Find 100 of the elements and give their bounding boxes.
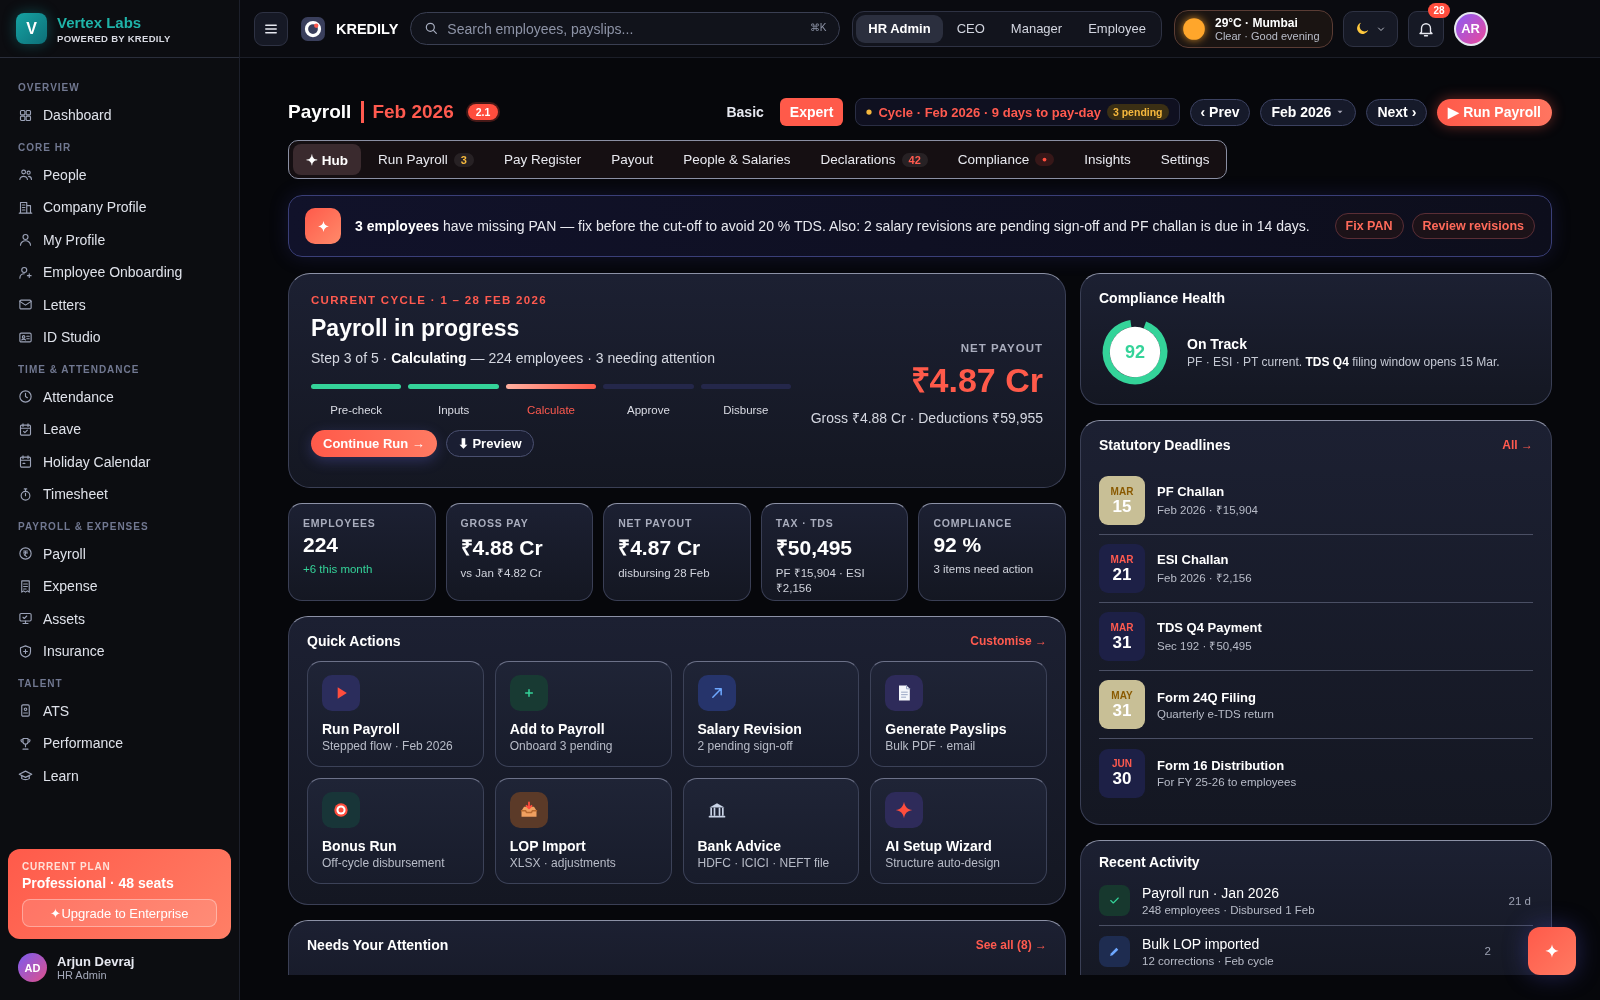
plus-icon <box>509 675 548 711</box>
sparkle-icon <box>885 792 924 828</box>
action-title: Add to Payroll <box>509 721 605 737</box>
stat-label: GROSS PAY <box>460 517 530 529</box>
panel-title: Needs Your Attention <box>307 937 449 953</box>
nav-item[interactable]: ID Studio <box>10 321 229 354</box>
hero-title: Payroll in progress <box>311 315 521 342</box>
nav-item[interactable]: Holiday Calendar <box>10 445 229 478</box>
tab[interactable]: Compliance <box>944 144 1068 175</box>
tab[interactable]: ✦ Hub <box>293 144 361 175</box>
action-button[interactable]: Review revisions <box>1411 213 1535 239</box>
nav-item[interactable]: People <box>10 158 229 191</box>
action-card[interactable]: Add to Payroll Onboard 3 pending <box>494 661 672 767</box>
date-day: 21 <box>1112 565 1132 583</box>
action-card[interactable]: AI Setup Wizard Structure auto-design <box>870 778 1047 884</box>
nav-item[interactable]: My Profile <box>10 223 229 256</box>
assistant-button[interactable] <box>1528 927 1576 975</box>
nav-item[interactable]: Payroll <box>10 537 229 570</box>
nav-item[interactable]: Employee Onboarding <box>10 256 229 289</box>
activity-subtitle: 12 corrections · Feb cycle <box>1142 954 1275 967</box>
action-subtitle: Onboard 3 pending <box>509 739 613 753</box>
month-dropdown[interactable]: Feb 2026 <box>1260 98 1357 126</box>
role-tab[interactable]: Manager <box>998 14 1075 43</box>
sparkle-icon <box>1544 943 1560 959</box>
people-icon <box>18 167 33 183</box>
deadline-title: PF Challan <box>1157 484 1226 499</box>
tab[interactable]: Insights <box>1071 144 1144 175</box>
panel-title: Quick Actions <box>307 633 401 649</box>
action-card[interactable]: LOP Import XLSX · adjustments <box>494 778 672 884</box>
see-all-link[interactable]: See all (8) → <box>975 938 1047 952</box>
activity-time: 21 d <box>1508 894 1531 907</box>
rupee-icon <box>18 546 33 562</box>
tab[interactable]: Run Payroll 3 <box>365 144 487 175</box>
activity-title: Bulk LOP imported <box>1142 935 1261 952</box>
tab[interactable]: Settings <box>1147 144 1223 175</box>
nav-item[interactable]: Expense <box>10 570 229 603</box>
arrow-icon <box>697 675 736 711</box>
nav-item[interactable]: Leave <box>10 413 229 446</box>
step-label: Approve <box>627 404 670 416</box>
deadline-subtitle: Quarterly e-TDS return <box>1157 707 1274 720</box>
tab[interactable]: Declarations 42 <box>807 144 941 175</box>
stat-note: disbursing 28 Feb <box>618 566 711 581</box>
receipt-icon <box>18 578 33 594</box>
count-badge: 3 <box>453 152 474 167</box>
date-day: 31 <box>1112 701 1132 719</box>
nav-item[interactable]: ATS <box>10 694 229 727</box>
nav-item[interactable]: Company Profile <box>10 191 229 224</box>
action-card[interactable]: Run Payroll Stepped flow · Feb 2026 <box>307 661 484 767</box>
nav-item[interactable]: Learn <box>10 759 229 792</box>
building-icon <box>18 199 33 215</box>
alert-message: 3 employees have missing PAN — fix before the cut-off to avoid 20 % TDS. Also: 2 salary revisions are pending sign-off and PF challan is due in 14 days. <box>355 218 1311 234</box>
nav-item[interactable]: Insurance <box>10 635 229 668</box>
role-tab[interactable]: HR Admin <box>856 14 943 43</box>
user-avatar: AD <box>18 953 47 982</box>
preview-button[interactable]: ⬇ Preview <box>445 430 534 457</box>
previous-button[interactable]: ‹ Prev <box>1189 98 1251 126</box>
nav-item[interactable]: Assets <box>10 602 229 635</box>
cycle-eyebrow: CURRENT CYCLE · 1 – 28 FEB 2026 <box>311 294 548 306</box>
tab[interactable]: Payout <box>598 144 667 175</box>
period-label: Feb 2026 <box>361 101 454 123</box>
user-name: Arjun Devraj <box>57 954 135 969</box>
stat-note: vs Jan ₹4.82 Cr <box>460 566 543 581</box>
role-tab[interactable]: Employee <box>1076 14 1158 43</box>
deadline-subtitle: Feb 2026 · ₹2,156 <box>1157 571 1252 585</box>
deadline-title: TDS Q4 Payment <box>1157 620 1262 635</box>
notification-badge: 28 <box>1428 2 1450 18</box>
action-card[interactable]: Salary Revision 2 pending sign-off <box>682 661 860 767</box>
tab[interactable]: Pay Register <box>490 144 595 175</box>
company-name: Vertex Labs <box>57 13 143 31</box>
next-button[interactable]: Next › <box>1366 98 1428 126</box>
deadline-subtitle: For FY 25-26 to employees <box>1157 776 1297 788</box>
step-label: Disburse <box>723 404 769 416</box>
theme-toggle[interactable] <box>1342 10 1398 47</box>
customise-link[interactable]: Customise → <box>970 634 1047 648</box>
user-avatar[interactable]: AR <box>1453 11 1488 46</box>
check-icon <box>1099 885 1130 916</box>
deadline-title: Form 24Q Filing <box>1157 689 1257 705</box>
date-month: MAY <box>1111 690 1133 701</box>
logo-icon <box>300 15 326 42</box>
action-subtitle: 2 pending sign-off <box>697 739 793 753</box>
date-month: MAR <box>1110 622 1134 633</box>
role-tab[interactable]: CEO <box>944 14 997 43</box>
nav-item[interactable]: Timesheet <box>10 478 229 511</box>
tab[interactable]: People & Salaries <box>670 144 804 175</box>
stat-label: TAX · TDS <box>775 517 835 529</box>
action-button[interactable]: Fix PAN <box>1334 213 1404 239</box>
date-day: 30 <box>1112 770 1132 787</box>
nav-item[interactable]: Dashboard <box>10 99 229 132</box>
action-card[interactable]: Bank Advice HDFC · ICICI · NEFT file <box>682 778 860 884</box>
all-link[interactable]: All → <box>1502 438 1533 452</box>
nav-item[interactable]: Attendance <box>10 380 229 413</box>
nav-item[interactable]: Letters <box>10 288 229 321</box>
action-card[interactable]: Generate Payslips Bulk PDF · email <box>870 661 1047 767</box>
dot-icon <box>866 109 873 115</box>
nav-section-heading: TALENT <box>17 676 64 691</box>
count-badge: 42 <box>901 152 928 167</box>
action-card[interactable]: Bonus Run Off-cycle disbursement <box>307 778 484 884</box>
menu-button[interactable] <box>254 11 288 46</box>
mode-tab[interactable]: Basic <box>716 98 774 126</box>
nav-item[interactable]: Performance <box>10 727 229 760</box>
